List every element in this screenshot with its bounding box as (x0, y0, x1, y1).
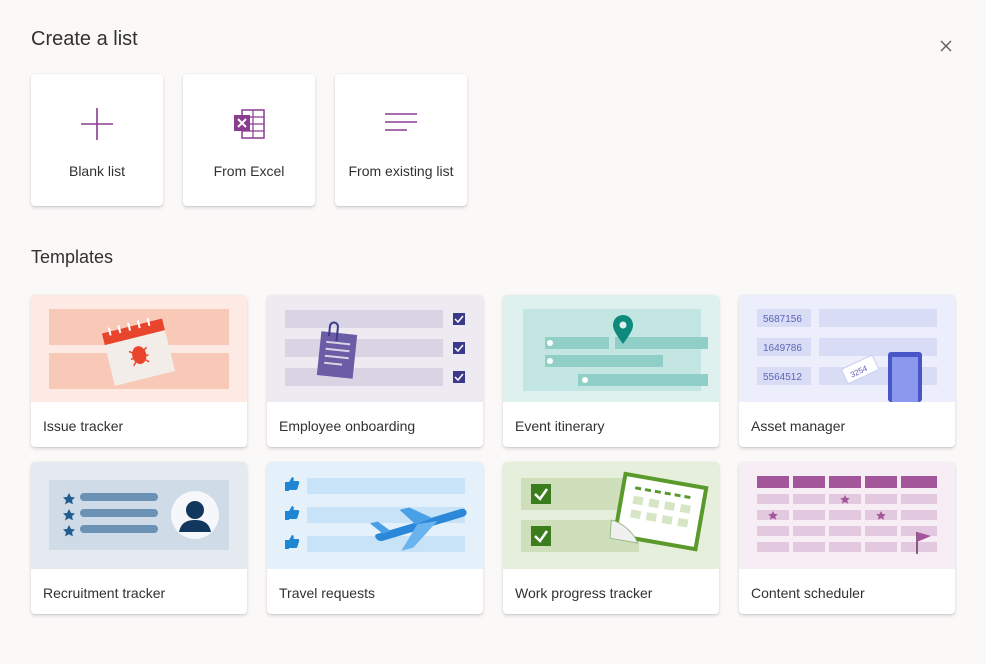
dialog-title: Create a list (31, 28, 138, 50)
asset-number: 1649786 (763, 343, 802, 354)
template-name: Recruitment tracker (43, 585, 166, 601)
content-scheduler-illustration (739, 462, 955, 569)
employee-onboarding-illustration (267, 295, 483, 402)
template-name: Content scheduler (751, 585, 865, 601)
template-card-content-scheduler[interactable]: Content scheduler (739, 462, 955, 614)
template-card-work-progress-tracker[interactable]: Work progress tracker (503, 462, 719, 614)
travel-requests-illustration (267, 462, 483, 569)
template-name: Work progress tracker (515, 585, 653, 601)
template-name: Issue tracker (43, 418, 124, 434)
list-lines-icon (335, 106, 467, 142)
from-excel-button[interactable]: From Excel (183, 74, 315, 206)
template-name: Employee onboarding (279, 418, 416, 434)
from-existing-list-button[interactable]: From existing list (335, 74, 467, 206)
from-existing-list-label: From existing list (348, 163, 454, 179)
template-card-employee-onboarding[interactable]: Employee onboarding (267, 295, 483, 447)
event-itinerary-illustration (503, 295, 719, 402)
recruitment-tracker-illustration (31, 462, 247, 569)
blank-list-button[interactable]: Blank list (31, 74, 163, 206)
template-card-issue-tracker[interactable]: Issue tracker (31, 295, 247, 447)
work-progress-tracker-illustration (503, 462, 719, 569)
template-card-event-itinerary[interactable]: Event itinerary (503, 295, 719, 447)
template-card-travel-requests[interactable]: Travel requests (267, 462, 483, 614)
template-card-recruitment-tracker[interactable]: Recruitment tracker (31, 462, 247, 614)
templates-heading: Templates (31, 247, 114, 267)
blank-list-label: Blank list (68, 163, 126, 179)
from-excel-label: From Excel (213, 163, 285, 179)
close-icon[interactable] (936, 36, 956, 56)
template-card-asset-manager[interactable]: 5687156 1649786 5564512 3254 Asset manag… (739, 295, 955, 447)
template-name: Event itinerary (515, 418, 605, 434)
issue-tracker-illustration (31, 295, 247, 402)
asset-number: 5564512 (763, 372, 802, 383)
excel-icon (183, 106, 315, 142)
asset-manager-illustration: 5687156 1649786 5564512 3254 (739, 295, 955, 402)
asset-number: 5687156 (763, 314, 802, 325)
template-name: Travel requests (279, 585, 375, 601)
template-name: Asset manager (751, 418, 846, 434)
plus-icon (31, 106, 163, 142)
